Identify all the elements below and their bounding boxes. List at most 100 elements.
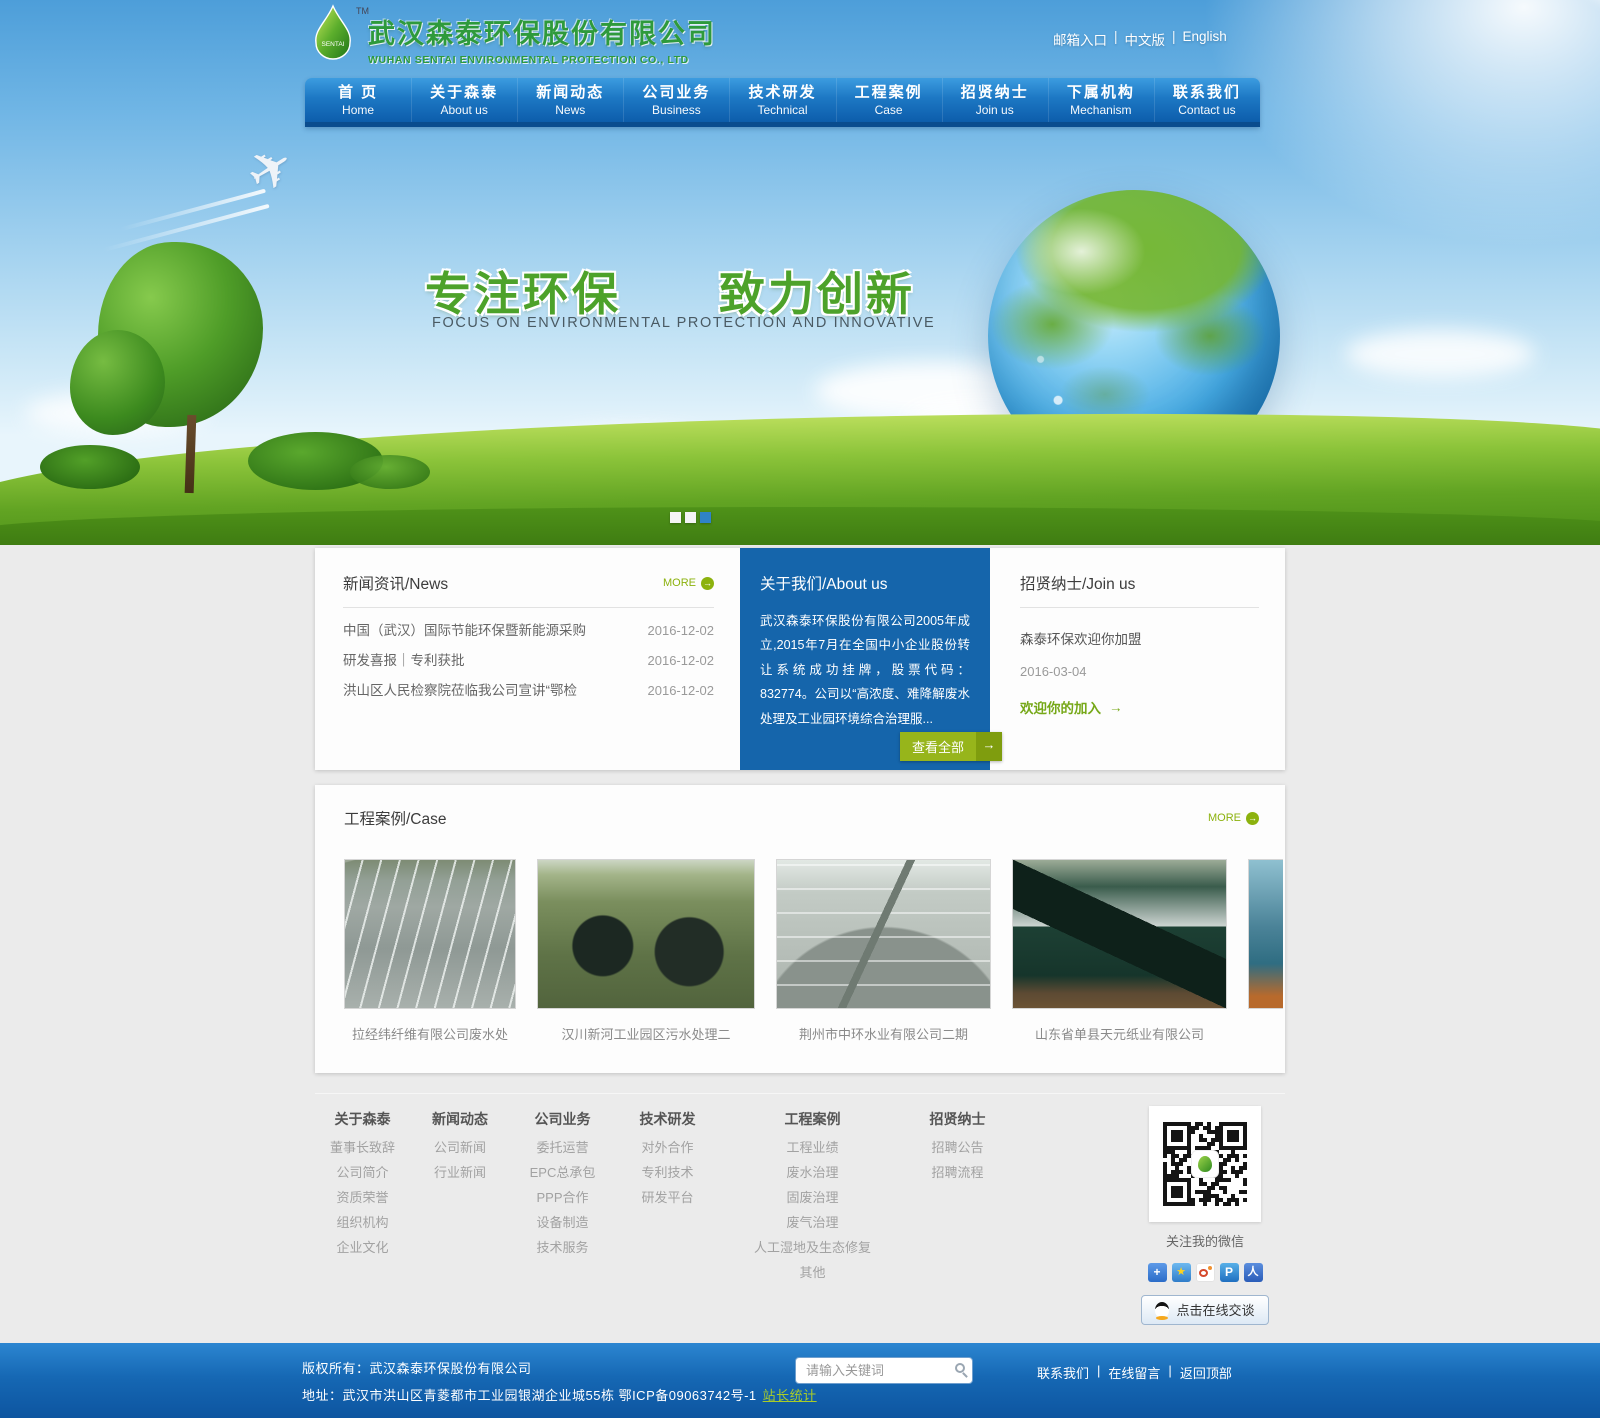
case-photo[interactable] xyxy=(537,859,755,1009)
case-item[interactable]: 拉经纬纤维有限公司废水处 xyxy=(344,859,516,1043)
weibo-icon[interactable] xyxy=(1196,1263,1215,1282)
nav-join[interactable]: 招贤纳士 Join us xyxy=(942,78,1048,122)
bottom-links: 联系我们 | 在线留言 | 返回顶部 xyxy=(1037,1363,1232,1382)
pengyou-icon[interactable]: P xyxy=(1220,1263,1239,1282)
back-to-top-link[interactable]: 返回顶部 xyxy=(1180,1363,1232,1382)
divider xyxy=(343,607,714,608)
copyright-text: 版权所有：武汉森泰环保股份有限公司 xyxy=(302,1358,532,1377)
site-stats-link[interactable]: 站长统计 xyxy=(763,1388,817,1403)
bush xyxy=(40,445,140,489)
english-version-link[interactable]: English xyxy=(1183,29,1227,49)
case-item[interactable]: 汉川新河工业园区污水处理二 xyxy=(537,859,755,1043)
news-section: 新闻资讯/News MORE → 中国（武汉）国际节能环保暨新能源采购 2016… xyxy=(315,548,740,770)
bottom-bar: 版权所有：武汉森泰环保股份有限公司 地址：武汉市洪山区青菱都市工业园银湖企业城5… xyxy=(0,1343,1600,1418)
wechat-caption: 关注我的微信 xyxy=(1125,1231,1285,1250)
about-section: 关于我们/About us 武汉森泰环保股份有限公司2005年成立,2015年7… xyxy=(740,548,990,770)
company-name-cn: 武汉森泰环保股份有限公司 xyxy=(368,12,716,51)
company-name-en: WUHAN SENTAI ENVIRONMENTAL PROTECTION CO… xyxy=(368,54,716,66)
join-item-date: 2016-03-04 xyxy=(1020,664,1259,679)
divider xyxy=(1020,607,1259,608)
join-section: 招贤纳士/Join us 森泰环保欢迎你加盟 2016-03-04 欢迎你的加入… xyxy=(990,548,1285,770)
separator: | xyxy=(1172,29,1176,49)
message-board-link[interactable]: 在线留言 xyxy=(1108,1363,1160,1382)
search-box xyxy=(795,1357,973,1384)
logo-droplet-icon xyxy=(1198,1156,1212,1172)
nav-technical[interactable]: 技术研发 Technical xyxy=(729,78,835,122)
main-nav: 首 页 Home 关于森泰 About us 新闻动态 News 公司业务 Bu… xyxy=(305,78,1260,127)
share-icon[interactable]: + xyxy=(1148,1263,1167,1282)
separator: | xyxy=(1114,29,1118,49)
search-icon[interactable] xyxy=(955,1363,965,1373)
top-sections-panel: 新闻资讯/News MORE → 中国（武汉）国际节能环保暨新能源采购 2016… xyxy=(315,548,1285,770)
case-photo[interactable] xyxy=(1012,859,1227,1009)
slider-dot-2[interactable] xyxy=(685,512,696,523)
case-gallery: 拉经纬纤维有限公司废水处 汉川新河工业园区污水处理二 荆州市中环水业有限公司二期… xyxy=(344,859,1285,1043)
grass-field-front xyxy=(0,507,1600,545)
case-item[interactable]: 山东省单县天元纸业有限公司 xyxy=(1012,859,1227,1043)
address-text: 地址：武汉市洪山区青菱都市工业园银湖企业城55栋 鄂ICP备09063742号-… xyxy=(302,1385,817,1404)
case-photo[interactable] xyxy=(1248,859,1283,1009)
slider-dots xyxy=(670,512,711,523)
renren-icon[interactable]: 人 xyxy=(1244,1263,1263,1282)
news-item[interactable]: 研发喜报｜专利获批 2016-12-02 xyxy=(343,646,714,676)
case-item[interactable]: 荆州市中环水业有限公司二期 xyxy=(776,859,991,1043)
case-section-title: 工程案例/Case xyxy=(344,807,447,829)
slider-dot-1[interactable] xyxy=(670,512,681,523)
footer-columns: 关于森泰 董事长致辞 公司简介 资质荣誉 组织机构 企业文化 新闻动态 公司新闻… xyxy=(315,1106,1010,1325)
cloud xyxy=(1345,330,1535,378)
banner-slogan-en: FOCUS ON ENVIRONMENTAL PROTECTION AND IN… xyxy=(432,315,935,331)
join-us-link[interactable]: 欢迎你的加入 → xyxy=(1020,697,1259,717)
news-more-link[interactable]: MORE → xyxy=(663,577,714,590)
wechat-block: 关注我的微信 + ★ P 人 点击在线交谈 xyxy=(1125,1106,1285,1325)
more-arrow-icon: → xyxy=(701,577,714,590)
about-text: 武汉森泰环保股份有限公司2005年成立,2015年7月在全国中小企业股份转让系统… xyxy=(760,609,970,731)
nav-news[interactable]: 新闻动态 News xyxy=(517,78,623,122)
join-item-title[interactable]: 森泰环保欢迎你加盟 xyxy=(1020,628,1259,648)
qq-penguin-icon xyxy=(1155,1302,1169,1318)
case-photo[interactable] xyxy=(776,859,991,1009)
top-utility-links: 邮箱入口 | 中文版 | English xyxy=(1053,29,1227,49)
footer-column-news: 新闻动态 公司新闻 行业新闻 xyxy=(410,1106,510,1325)
online-chat-button[interactable]: 点击在线交谈 xyxy=(1141,1295,1268,1325)
news-section-title: 新闻资讯/News xyxy=(343,572,448,594)
nav-case[interactable]: 工程案例 Case xyxy=(836,78,942,122)
bush xyxy=(350,455,430,489)
separator: | xyxy=(1168,1363,1171,1382)
nav-about[interactable]: 关于森泰 About us xyxy=(411,78,517,122)
footer: 关于森泰 董事长致辞 公司简介 资质荣誉 组织机构 企业文化 新闻动态 公司新闻… xyxy=(315,1093,1285,1325)
nav-mechanism[interactable]: 下属机构 Mechanism xyxy=(1048,78,1154,122)
nav-business[interactable]: 公司业务 Business xyxy=(623,78,729,122)
chinese-version-link[interactable]: 中文版 xyxy=(1125,29,1166,49)
separator: | xyxy=(1097,1363,1100,1382)
site-header: SENTAI TM 武汉森泰环保股份有限公司 WUHAN SENTAI ENVI… xyxy=(0,0,1600,78)
hero-banner: ✈ 专注环保 致力创新 FOCUS ON ENVIRONMENTAL PROTE… xyxy=(0,0,1600,545)
qr-center-logo xyxy=(1192,1151,1218,1177)
footer-column-join: 招贤纳士 招聘公告 招聘流程 xyxy=(905,1106,1010,1325)
join-section-title: 招贤纳士/Join us xyxy=(1020,572,1135,594)
company-logo: SENTAI TM xyxy=(312,4,358,69)
news-item[interactable]: 中国（武汉）国际节能环保暨新能源采购 2016-12-02 xyxy=(343,616,714,646)
qzone-icon[interactable]: ★ xyxy=(1172,1263,1191,1282)
case-item-partial[interactable] xyxy=(1248,859,1283,1043)
case-photo[interactable] xyxy=(344,859,516,1009)
nav-contact[interactable]: 联系我们 Contact us xyxy=(1154,78,1260,122)
about-section-title: 关于我们/About us xyxy=(760,572,970,594)
svg-text:SENTAI: SENTAI xyxy=(322,41,345,48)
case-section: 工程案例/Case MORE → 拉经纬纤维有限公司废水处 汉川新河工业园区污水… xyxy=(315,785,1285,1073)
footer-column-business: 公司业务 委托运营 EPC总承包 PPP合作 设备制造 技术服务 xyxy=(510,1106,615,1325)
search-input[interactable] xyxy=(795,1357,973,1384)
news-item[interactable]: 洪山区人民检察院莅临我公司宣讲“鄂检 2016-12-02 xyxy=(343,676,714,706)
view-all-button[interactable]: 查看全部 → xyxy=(900,732,1002,761)
arrow-right-icon: → xyxy=(976,732,1002,761)
contact-us-link[interactable]: 联系我们 xyxy=(1037,1363,1089,1382)
slider-dot-3-active[interactable] xyxy=(700,512,711,523)
social-icons: + ★ P 人 xyxy=(1125,1263,1285,1282)
mail-entry-link[interactable]: 邮箱入口 xyxy=(1053,29,1107,49)
footer-column-about: 关于森泰 董事长致辞 公司简介 资质荣誉 组织机构 企业文化 xyxy=(315,1106,410,1325)
nav-home[interactable]: 首 页 Home xyxy=(305,78,411,122)
brand-block: 武汉森泰环保股份有限公司 WUHAN SENTAI ENVIRONMENTAL … xyxy=(368,12,716,66)
arrow-right-icon: → xyxy=(1109,700,1123,715)
footer-column-case: 工程案例 工程业绩 废水治理 固废治理 废气治理 人工湿地及生态修复 其他 xyxy=(720,1106,905,1325)
case-more-link[interactable]: MORE → xyxy=(1208,812,1259,825)
logo-droplet-icon: SENTAI xyxy=(312,4,358,64)
